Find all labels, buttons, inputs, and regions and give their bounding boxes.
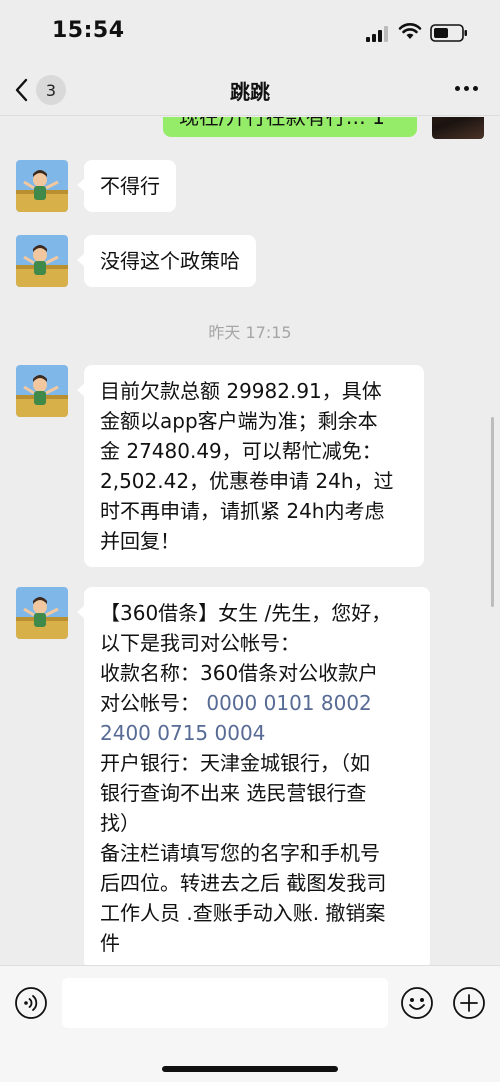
message-text-line: 2,502.42，优惠卷申请 24h，过 (100, 469, 394, 493)
message-text-line: 银行查询不出来 选民营银行查 (100, 781, 367, 805)
message-text-line: 以下是我司对公帐号： (100, 631, 300, 655)
status-time: 15:54 (52, 18, 125, 43)
message-text: 没得这个政策哈 (100, 249, 240, 273)
message-text-line: 备注栏请填写您的名字和手机号 (100, 841, 380, 865)
status-bar: 15:54 (0, 0, 500, 64)
account-number-link[interactable]: 2400 0715 0004 (100, 718, 414, 748)
emoji-icon[interactable] (400, 986, 434, 1020)
message-text-line: 时不再申请，请抓紧 24h内考虑 (100, 499, 385, 523)
message-text-line: 并回复！ (100, 529, 180, 553)
account-number-link[interactable]: 0000 0101 8002 (206, 691, 371, 715)
contact-avatar[interactable] (16, 365, 68, 417)
more-dot (473, 86, 478, 91)
wifi-icon (398, 23, 422, 39)
outgoing-message-bubble[interactable]: 现在/开行在款有行… 1 (163, 117, 417, 137)
outgoing-message-text: 现在/开行在款有行… 1 (179, 117, 385, 129)
message-text-line: 对公帐号： 0000 0101 8002 (100, 688, 414, 718)
message-text-line: 金 27480.49，可以帮忙减免： (100, 439, 382, 463)
avatar-image (16, 365, 68, 417)
message-text-line: 找） (100, 811, 140, 835)
account-label: 对公帐号： (100, 691, 200, 715)
message-text-line: 工作人员 .查账手动入账. 撤销案 (100, 901, 386, 925)
chat-message-list[interactable]: 现在/开行在款有行… 1 不得行 没得这个政策哈 昨天 17:15 目前欠款总额… (0, 117, 500, 965)
message-text-line: 后四位。转进去之后 截图发我司 (100, 871, 387, 895)
chat-nav-bar: 3 跳跳 (0, 64, 500, 116)
message-text-line: 金额以app客户端为准；剩余本 (100, 409, 378, 433)
contact-avatar[interactable] (16, 587, 68, 639)
my-avatar[interactable] (432, 117, 484, 139)
back-button[interactable]: 3 (14, 74, 80, 106)
message-input[interactable] (62, 978, 388, 1028)
message-bubble[interactable]: 【360借条】女生 /先生，您好， 以下是我司对公帐号： 收款名称：360借条对… (77, 587, 430, 965)
more-dot (464, 86, 469, 91)
avatar-image (16, 235, 68, 287)
message-text: 不得行 (100, 174, 160, 198)
avatar-image (16, 587, 68, 639)
message-text-line: 目前欠款总额 29982.91，具体 (100, 379, 382, 403)
timestamp-separator: 昨天 17:15 (208, 323, 292, 342)
scrollbar[interactable] (491, 417, 494, 607)
message-bubble[interactable]: 没得这个政策哈 (77, 235, 256, 287)
more-dot (455, 86, 460, 91)
input-bar (0, 965, 500, 1082)
avatar-image (16, 160, 68, 212)
message-text-line: 件 (100, 931, 120, 955)
message-bubble[interactable]: 目前欠款总额 29982.91，具体 金额以app客户端为准；剩余本 金 274… (77, 365, 424, 567)
home-indicator[interactable] (162, 1066, 338, 1072)
battery-icon (430, 24, 467, 42)
message-bubble[interactable]: 不得行 (77, 160, 176, 212)
chat-title: 跳跳 (230, 80, 270, 104)
contact-avatar[interactable] (16, 235, 68, 287)
message-text-line: 【360借条】女生 /先生，您好， (100, 601, 392, 625)
add-more-icon[interactable] (452, 986, 486, 1020)
message-text-line: 开户银行：天津金城银行，（如 (100, 751, 370, 775)
contact-avatar[interactable] (16, 160, 68, 212)
voice-input-icon[interactable] (14, 986, 48, 1020)
more-options-button[interactable] (455, 86, 478, 91)
unread-count-badge: 3 (36, 75, 66, 105)
cellular-signal-icon (366, 26, 388, 42)
message-text-line: 收款名称：360借条对公收款户 (100, 661, 379, 685)
chevron-left-icon (15, 78, 28, 102)
